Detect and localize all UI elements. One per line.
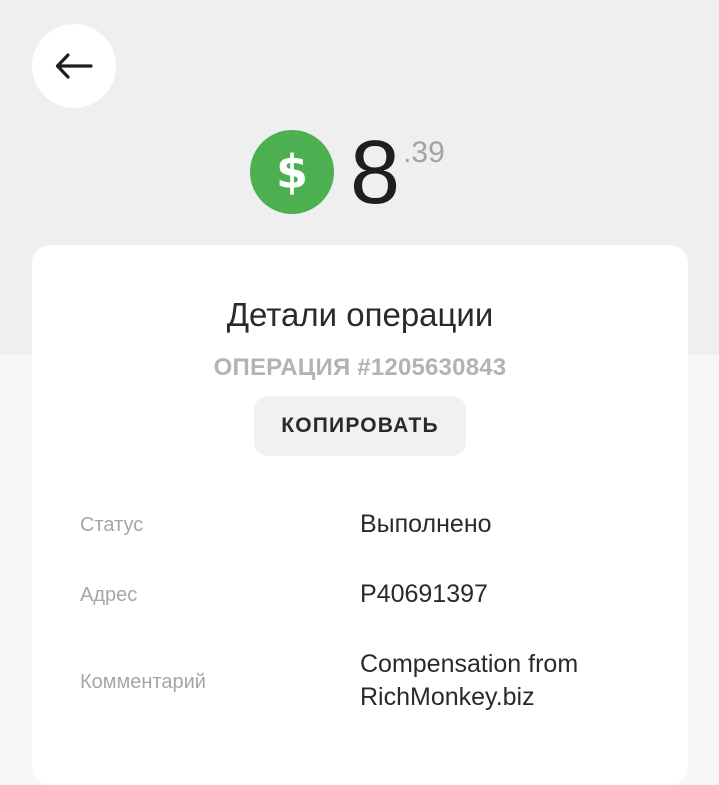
address-value: P40691397 [360,580,488,608]
amount-fraction: .39 [403,136,445,169]
copy-button[interactable]: КОПИРОВАТЬ [254,396,466,456]
amount-integer: 8 [350,123,400,223]
amount-display: $ 8 .39 [250,128,445,218]
status-value: Выполнено [360,510,492,538]
operation-id: ОПЕРАЦИЯ #1205630843 [213,354,507,381]
svg-text:$: $ [276,146,308,198]
address-label: Адрес [80,584,138,606]
arrow-left-icon [55,53,93,79]
comment-label: Комментарий [80,671,206,693]
comment-value: Compensation from RichMonkey.biz [360,650,579,711]
card-title: Детали операции [226,296,494,333]
back-button[interactable] [32,24,116,108]
status-label: Статус [80,514,144,536]
operation-details-card: Детали операции ОПЕРАЦИЯ #1205630843 КОП… [32,245,688,785]
dollar-icon: $ [250,130,334,214]
